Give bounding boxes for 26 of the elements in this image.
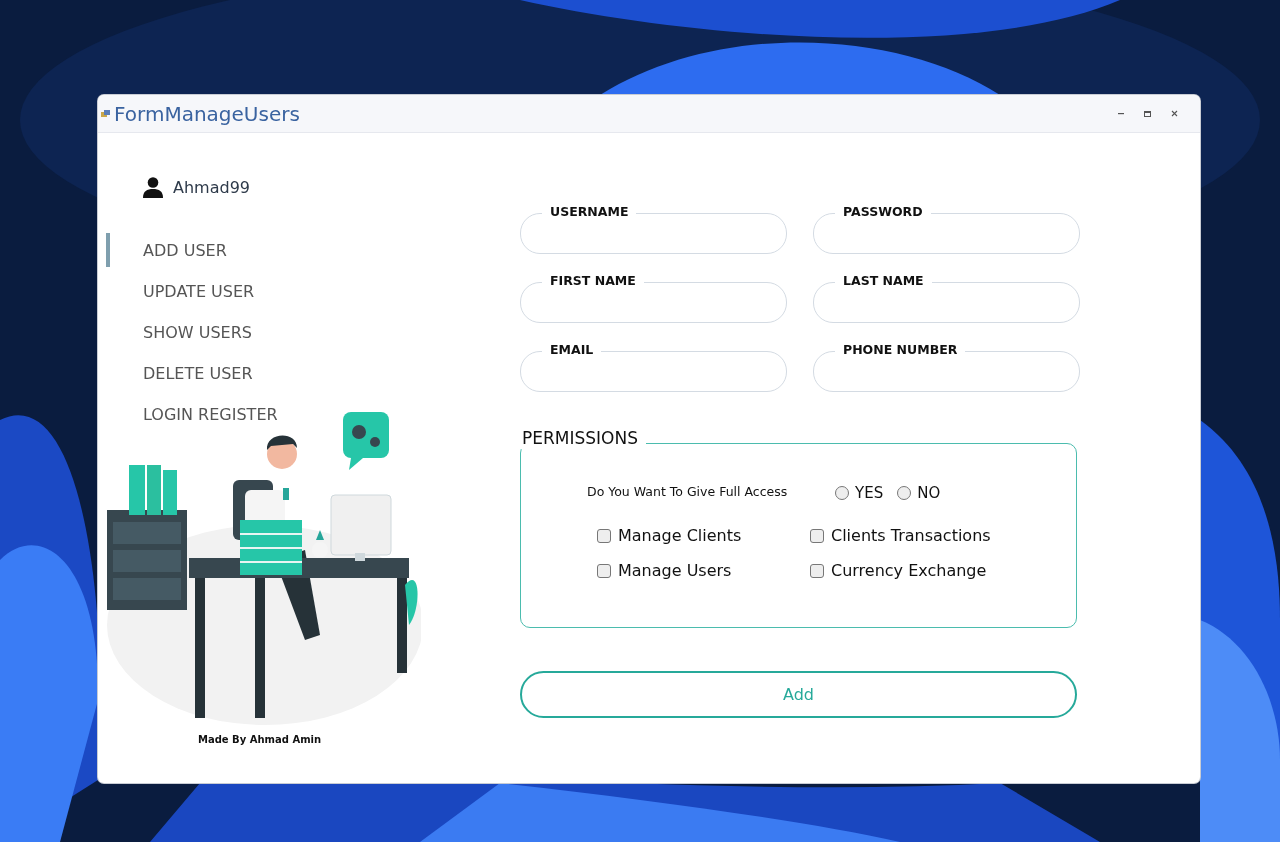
checkbox-option[interactable]: Clients Transactions bbox=[810, 526, 991, 545]
username-label: Ahmad99 bbox=[173, 177, 250, 197]
close-icon[interactable] bbox=[1171, 110, 1178, 117]
checkbox-option[interactable]: Currency Exchange bbox=[810, 561, 991, 580]
checkbox-option[interactable]: Manage Users bbox=[597, 561, 810, 580]
nav-item[interactable]: SHOW USERS bbox=[106, 312, 258, 353]
question-label: Do You Want To Give Full Access bbox=[587, 484, 788, 499]
nav-item[interactable]: DELETE USER bbox=[106, 353, 259, 394]
user-icon bbox=[143, 176, 163, 198]
nav-item[interactable]: LOGIN REGISTER bbox=[106, 394, 284, 435]
checkbox-icon[interactable] bbox=[810, 563, 824, 578]
footer-credit: Made By Ahmad Amin bbox=[198, 734, 323, 745]
window-title: FormManageUsers bbox=[114, 101, 300, 126]
checkbox-icon[interactable] bbox=[597, 563, 611, 578]
radio-button-icon[interactable] bbox=[897, 486, 912, 500]
maximize-icon[interactable] bbox=[1144, 110, 1151, 117]
nav-item[interactable]: UPDATE USER bbox=[106, 271, 261, 312]
minimize-icon[interactable] bbox=[1118, 112, 1124, 115]
checkbox-icon[interactable] bbox=[810, 528, 824, 543]
checkbox-icon[interactable] bbox=[597, 528, 611, 543]
radio-option[interactable]: NO bbox=[897, 484, 941, 502]
radio-option[interactable]: YES bbox=[835, 484, 884, 502]
app-icon bbox=[101, 109, 110, 118]
checkbox-option[interactable]: Manage Clients bbox=[597, 526, 810, 545]
nav-item[interactable]: ADD USER bbox=[106, 233, 233, 267]
radio-button-icon[interactable] bbox=[835, 486, 849, 500]
